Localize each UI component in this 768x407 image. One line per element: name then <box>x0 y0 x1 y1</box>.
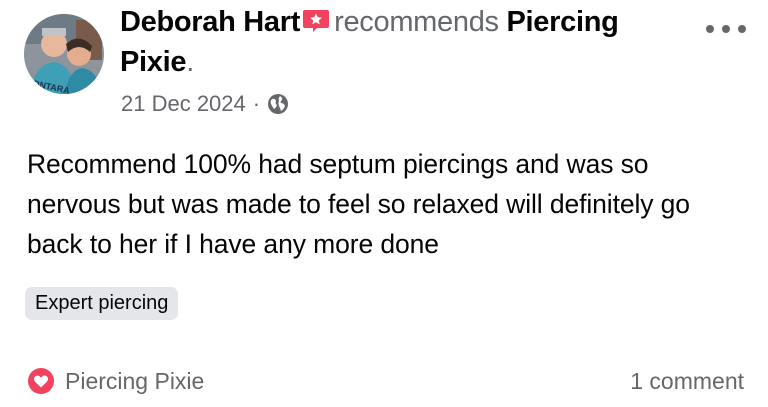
avatar-photo: ONTARA <box>24 14 104 94</box>
more-options-icon-dot <box>722 25 730 33</box>
more-options-button[interactable] <box>706 20 746 38</box>
recommends-text: recommends <box>334 6 499 38</box>
author-name[interactable]: Deborah Hart <box>120 6 300 38</box>
more-options-icon-dot <box>738 25 746 33</box>
post-date[interactable]: 21 Dec 2024 <box>121 86 246 122</box>
post-header: Deborah Hart recommends Piercing Pixie. <box>120 2 680 82</box>
post-meta: 21 Dec 2024 · <box>121 86 289 122</box>
meta-separator: · <box>252 91 261 116</box>
heart-icon <box>28 368 54 394</box>
avatar[interactable]: ONTARA <box>24 14 104 94</box>
star-badge-icon <box>303 10 330 32</box>
comments-count[interactable]: 1 comment <box>630 363 744 399</box>
post-body: Recommend 100% had septum piercings and … <box>27 149 690 259</box>
recommendation-tag[interactable]: Expert piercing <box>25 287 179 320</box>
more-options-icon <box>706 25 714 33</box>
page-link-label: Piercing Pixie <box>65 367 205 394</box>
globe-icon[interactable] <box>267 93 289 115</box>
period: . <box>186 46 194 78</box>
page-link[interactable]: Piercing Pixie <box>27 363 204 399</box>
